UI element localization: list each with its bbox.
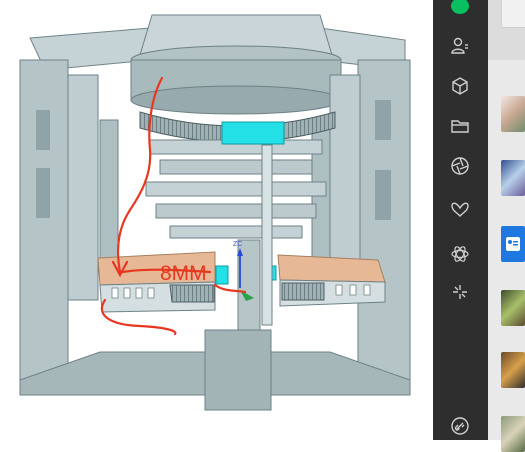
butterfly-icon[interactable] <box>448 198 472 222</box>
cad-viewport[interactable]: ZC 8MM <box>0 0 433 440</box>
avatar-2[interactable] <box>501 96 525 132</box>
stacked-discs <box>145 139 327 239</box>
atom-icon[interactable] <box>448 242 472 266</box>
link-icon[interactable] <box>448 414 472 438</box>
folder-icon[interactable] <box>448 114 472 138</box>
sparkle-icon[interactable] <box>448 280 472 304</box>
avatar-5[interactable] <box>501 290 525 326</box>
markup-dimension-text: 8MM <box>160 262 207 285</box>
cube-icon[interactable] <box>448 74 472 98</box>
app-sidebar <box>433 0 488 440</box>
aperture-icon[interactable] <box>448 154 472 178</box>
avatar-6[interactable] <box>501 352 525 388</box>
top-cap <box>130 14 342 115</box>
avatar-1[interactable] <box>501 0 525 28</box>
cad-section-drawing: ZC 8MM <box>19 14 411 411</box>
avatar-3[interactable] <box>501 160 525 196</box>
avatar-7[interactable] <box>501 416 525 452</box>
zc-axis-label: ZC <box>233 241 242 248</box>
avatar-4[interactable] <box>501 226 525 262</box>
chat-icon[interactable] <box>448 0 472 18</box>
contacts-icon[interactable] <box>448 34 472 58</box>
chat-list[interactable] <box>488 0 525 452</box>
